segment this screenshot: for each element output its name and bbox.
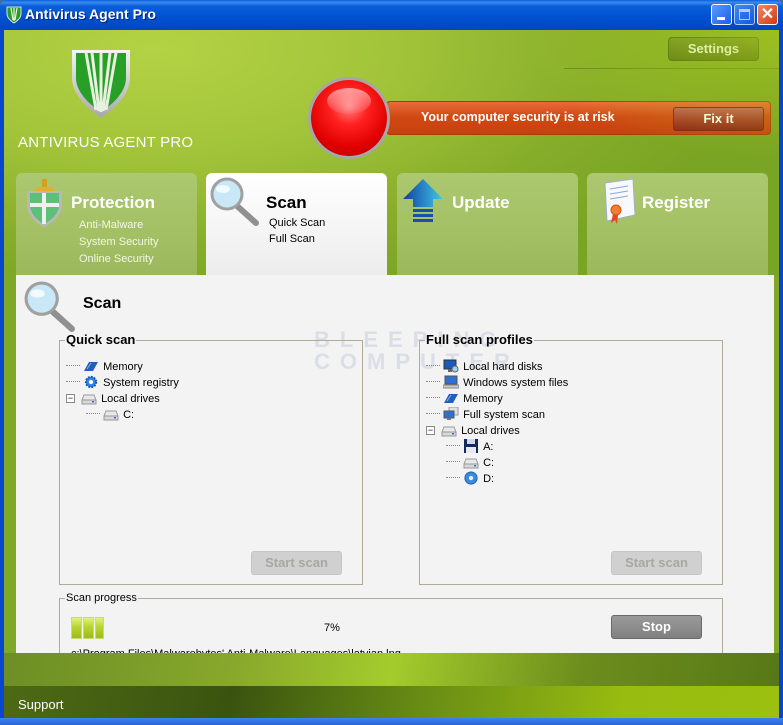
close-button[interactable]: ✕ bbox=[757, 4, 778, 25]
taskbar[interactable] bbox=[0, 718, 783, 725]
scan-progress-group: Scan progress 7% c:\Program Files\Malwar… bbox=[59, 591, 723, 661]
progress-segment bbox=[95, 617, 104, 639]
certificate-icon bbox=[604, 178, 636, 224]
scan-progress-percent: 7% bbox=[324, 622, 340, 634]
progress-segment bbox=[83, 617, 94, 639]
collapse-toggle[interactable]: − bbox=[66, 394, 75, 403]
status-light-icon bbox=[308, 77, 390, 159]
app-window: ANTIVIRUS AGENT PRO Settings Your comput… bbox=[0, 30, 783, 718]
tree-label: Local drives bbox=[461, 425, 520, 437]
settings-button[interactable]: Settings bbox=[668, 37, 759, 61]
tab-subitem-online-security[interactable]: Online Security bbox=[79, 253, 154, 265]
tab-subitem-system-security[interactable]: System Security bbox=[79, 236, 158, 248]
header-divider bbox=[564, 68, 779, 69]
full-scan-tree: Local hard disks Windows system files Me… bbox=[426, 359, 568, 487]
tree-item-local-hard-disks[interactable]: Local hard disks bbox=[426, 359, 568, 375]
security-alert-bar: Your computer security is at risk Fix it bbox=[386, 101, 771, 135]
registry-gear-icon bbox=[84, 375, 98, 389]
close-icon: ✕ bbox=[760, 6, 775, 23]
tab-update[interactable]: Update bbox=[397, 173, 578, 275]
tree-label: A: bbox=[483, 441, 494, 453]
progress-segment bbox=[71, 617, 82, 639]
tree-item-system-registry[interactable]: System registry bbox=[66, 375, 179, 391]
tree-label: Local drives bbox=[101, 393, 160, 405]
window-title: Antivirus Agent Pro bbox=[25, 6, 156, 22]
footer: Support bbox=[4, 653, 779, 718]
floppy-icon bbox=[464, 439, 479, 453]
tree-item-local-drives[interactable]: − Local drives bbox=[66, 391, 179, 407]
shield-sword-icon bbox=[27, 179, 62, 227]
drive-icon bbox=[441, 426, 457, 437]
tree-label: Memory bbox=[463, 393, 503, 405]
tree-item-drive-d[interactable]: D: bbox=[426, 471, 568, 487]
tab-label: Update bbox=[452, 193, 510, 212]
drive-icon bbox=[103, 410, 119, 421]
tree-item-drive-c[interactable]: C: bbox=[66, 407, 179, 423]
tab-register[interactable]: Register bbox=[587, 173, 768, 275]
tab-subitem-anti-malware[interactable]: Anti-Malware bbox=[79, 219, 143, 231]
scan-panel: Scan BLEEPING COMPUTER Quick scan Memory… bbox=[16, 275, 774, 683]
tree-item-memory[interactable]: Memory bbox=[426, 391, 568, 407]
tab-label: Register bbox=[642, 193, 711, 212]
logo-text: ANTIVIRUS AGENT PRO bbox=[18, 134, 194, 151]
network-computer-icon bbox=[443, 407, 459, 420]
tab-label: Scan bbox=[266, 193, 307, 212]
full-start-scan-button[interactable]: Start scan bbox=[611, 551, 702, 575]
cd-icon bbox=[464, 471, 478, 485]
full-scan-group: Full scan profiles Local hard disks Wind… bbox=[419, 333, 723, 585]
up-arrow-icon bbox=[403, 179, 443, 222]
panel-title: Scan bbox=[83, 295, 122, 312]
monitor-search-icon bbox=[443, 359, 459, 373]
tree-item-local-drives[interactable]: − Local drives bbox=[426, 423, 568, 439]
scan-progress-legend: Scan progress bbox=[66, 592, 137, 604]
tab-subitem-full-scan[interactable]: Full Scan bbox=[269, 233, 315, 245]
tree-item-windows-system-files[interactable]: Windows system files bbox=[426, 375, 568, 391]
full-scan-legend: Full scan profiles bbox=[426, 332, 533, 347]
security-alert-message: Your computer security is at risk bbox=[421, 110, 615, 124]
scan-progress-bar bbox=[71, 617, 104, 639]
minimize-button[interactable] bbox=[711, 4, 732, 25]
stop-scan-button[interactable]: Stop bbox=[611, 615, 702, 639]
collapse-toggle[interactable]: − bbox=[426, 426, 435, 435]
tree-item-full-system-scan[interactable]: Full system scan bbox=[426, 407, 568, 423]
memory-icon bbox=[84, 362, 99, 371]
tab-label: Protection bbox=[71, 193, 156, 212]
fix-it-button[interactable]: Fix it bbox=[673, 107, 764, 131]
drive-icon bbox=[463, 458, 479, 469]
minimize-icon bbox=[717, 17, 725, 20]
tree-label: Windows system files bbox=[463, 377, 569, 389]
tab-subitem-quick-scan[interactable]: Quick Scan bbox=[269, 217, 325, 229]
magnifier-icon bbox=[210, 177, 259, 226]
tree-label: Memory bbox=[103, 361, 143, 373]
tree-label: C: bbox=[123, 409, 135, 421]
memory-icon bbox=[444, 394, 459, 403]
quick-scan-legend: Quick scan bbox=[66, 332, 136, 347]
maximize-button[interactable] bbox=[734, 4, 755, 25]
tree-label: Full system scan bbox=[463, 409, 545, 421]
quick-start-scan-button[interactable]: Start scan bbox=[251, 551, 342, 575]
tree-item-drive-a[interactable]: A: bbox=[426, 439, 568, 455]
tree-label: C: bbox=[483, 457, 495, 469]
tab-scan[interactable]: Scan Quick Scan Full Scan bbox=[206, 173, 387, 276]
title-bar[interactable]: Antivirus Agent Pro ✕ bbox=[0, 0, 783, 30]
logo-shield-icon bbox=[72, 50, 130, 118]
maximize-icon bbox=[739, 9, 750, 20]
quick-scan-tree: Memory System registry − Local drives C: bbox=[66, 359, 179, 423]
app-shield-icon bbox=[6, 6, 22, 24]
tree-label: D: bbox=[483, 473, 495, 485]
header: ANTIVIRUS AGENT PRO Settings Your comput… bbox=[4, 30, 779, 276]
tree-label: System registry bbox=[103, 377, 179, 389]
magnifier-icon bbox=[24, 281, 75, 332]
drive-icon bbox=[81, 394, 97, 405]
tree-item-drive-c[interactable]: C: bbox=[426, 455, 568, 471]
tree-label: Local hard disks bbox=[463, 361, 543, 373]
computer-icon bbox=[443, 375, 460, 389]
tab-protection[interactable]: Protection Anti-Malware System Security … bbox=[16, 173, 197, 275]
footer-decoration bbox=[4, 653, 779, 686]
quick-scan-group: Quick scan Memory System registry − Loca… bbox=[59, 333, 363, 585]
tree-item-memory[interactable]: Memory bbox=[66, 359, 179, 375]
support-link[interactable]: Support bbox=[18, 697, 64, 712]
